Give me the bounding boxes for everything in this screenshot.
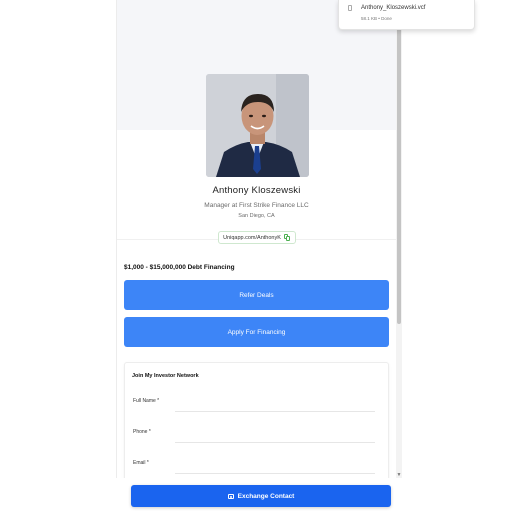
scroll-thumb[interactable] (397, 8, 401, 324)
profile-url-pill[interactable]: Uniqapp.com/AnthonyK (218, 231, 296, 244)
profile-title: Manager at First Strike Finance LLC (204, 202, 309, 209)
phone-input[interactable] (175, 442, 375, 443)
scroll-down-arrow-icon[interactable]: ▼ (396, 472, 402, 478)
scrollbar[interactable]: ▼ (396, 0, 402, 478)
copy-icon[interactable] (283, 234, 291, 241)
profile-url: Uniqapp.com/AnthonyK (223, 234, 281, 241)
exchange-contact-label: Exchange Contact (237, 492, 295, 500)
download-popup[interactable]: Anthony_Kloszewski.vcf 58.1 KB • Done (338, 0, 475, 30)
profile-photo (206, 74, 309, 177)
profile-name: Anthony Kloszewski (212, 185, 301, 196)
page: Anthony Kloszewski Manager at First Stri… (0, 0, 512, 512)
profile-location: San Diego, CA (238, 213, 275, 219)
download-file-meta: 58.1 KB • Done (361, 16, 392, 21)
exchange-contact-button[interactable]: Exchange Contact (131, 485, 391, 507)
full-name-label: Full Name * (133, 398, 160, 404)
profile-card: Anthony Kloszewski Manager at First Stri… (116, 0, 401, 478)
phone-label: Phone * (133, 429, 151, 435)
investor-network-form: Join My Investor Network Full Name * Pho… (124, 362, 389, 478)
email-input[interactable] (175, 473, 375, 474)
contact-card-icon (227, 493, 234, 499)
refer-deals-button[interactable]: Refer Deals (124, 280, 389, 310)
apply-financing-button[interactable]: Apply For Financing (124, 317, 389, 347)
financing-headline: $1,000 - $15,000,000 Debt Financing (124, 264, 235, 271)
form-title: Join My Investor Network (132, 373, 199, 379)
email-label: Email * (133, 460, 149, 466)
download-file-name[interactable]: Anthony_Kloszewski.vcf (361, 5, 425, 11)
full-name-input[interactable] (175, 411, 375, 412)
file-icon (348, 5, 352, 11)
